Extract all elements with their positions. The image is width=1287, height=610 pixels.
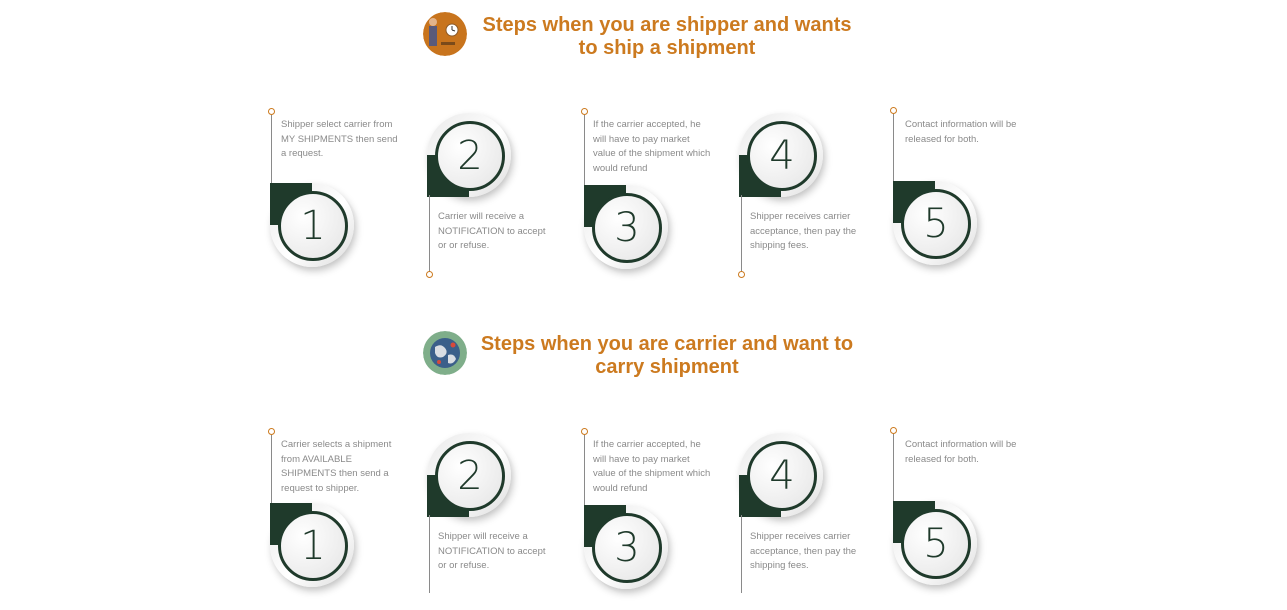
timeline-line	[741, 515, 742, 593]
carrier-steps-header: Steps when you are carrier and want to c…	[0, 331, 1287, 391]
step-text: Shipper receives carrier acceptance, the…	[750, 531, 857, 571]
step-number: 4	[747, 121, 817, 191]
step-number: 1	[278, 511, 348, 581]
step-badge: 5	[893, 501, 983, 591]
shipper-steps-header: Steps when you are shipper and wants to …	[0, 12, 1287, 72]
step-3: If the carrier accepted, he will have to…	[578, 425, 728, 605]
timeline-dot	[581, 108, 588, 115]
step-text: Contact information will be released for…	[905, 439, 1017, 465]
step-5: Contact information will be released for…	[888, 425, 1038, 605]
step-text: Shipper will receive a NOTIFICATION to a…	[438, 531, 546, 571]
step-4: 4 Shipper receives carrier acceptance, t…	[735, 430, 885, 610]
step-badge: 3	[584, 185, 674, 275]
timeline-dot	[268, 108, 275, 115]
step-4: 4 Shipper receives carrier acceptance, t…	[735, 110, 885, 290]
timeline-line	[741, 195, 742, 272]
step-badge: 4	[739, 433, 829, 523]
step-text: Carrier selects a shipment from AVAILABL…	[281, 439, 392, 494]
step-badge: 1	[270, 183, 360, 273]
step-text: Carrier will receive a NOTIFICATION to a…	[438, 211, 546, 251]
timeline-dot	[581, 428, 588, 435]
section-title: Steps when you are carrier and want to c…	[480, 333, 854, 378]
shipper-clock-icon	[423, 12, 467, 56]
step-badge: 4	[739, 113, 829, 203]
step-number: 5	[901, 189, 971, 259]
timeline-dot	[890, 427, 897, 434]
step-text: If the carrier accepted, he will have to…	[593, 439, 711, 494]
timeline-dot	[268, 428, 275, 435]
step-number: 2	[435, 121, 505, 191]
timeline-dot	[426, 271, 433, 278]
timeline-dot	[890, 107, 897, 114]
step-number: 1	[278, 191, 348, 261]
step-3: If the carrier accepted, he will have to…	[578, 105, 728, 285]
step-badge: 3	[584, 505, 674, 595]
step-1: Shipper select carrier from MY SHIPMENTS…	[265, 105, 415, 285]
timeline-line	[429, 515, 430, 593]
step-badge: 2	[427, 113, 517, 203]
step-text: If the carrier accepted, he will have to…	[593, 119, 711, 174]
step-number: 3	[592, 193, 662, 263]
step-badge: 5	[893, 181, 983, 271]
timeline-dot	[738, 271, 745, 278]
step-number: 2	[435, 441, 505, 511]
step-number: 5	[901, 509, 971, 579]
step-5: Contact information will be released for…	[888, 105, 1038, 285]
step-badge: 2	[427, 433, 517, 523]
step-text: Shipper receives carrier acceptance, the…	[750, 211, 857, 251]
step-2: 2 Shipper will receive a NOTIFICATION to…	[423, 430, 573, 610]
step-text: Contact information will be released for…	[905, 119, 1017, 145]
timeline-line	[584, 435, 585, 515]
step-badge: 1	[270, 503, 360, 593]
section-title: Steps when you are shipper and wants to …	[482, 14, 852, 59]
step-number: 4	[747, 441, 817, 511]
step-text: Shipper select carrier from MY SHIPMENTS…	[281, 119, 398, 159]
timeline-line	[584, 115, 585, 195]
step-1: Carrier selects a shipment from AVAILABL…	[265, 425, 415, 605]
step-2: 2 Shipper will receive a NOTIFICATION to…	[423, 110, 573, 290]
step-number: 3	[592, 513, 662, 583]
timeline-line	[429, 195, 430, 272]
globe-route-icon	[423, 331, 467, 375]
